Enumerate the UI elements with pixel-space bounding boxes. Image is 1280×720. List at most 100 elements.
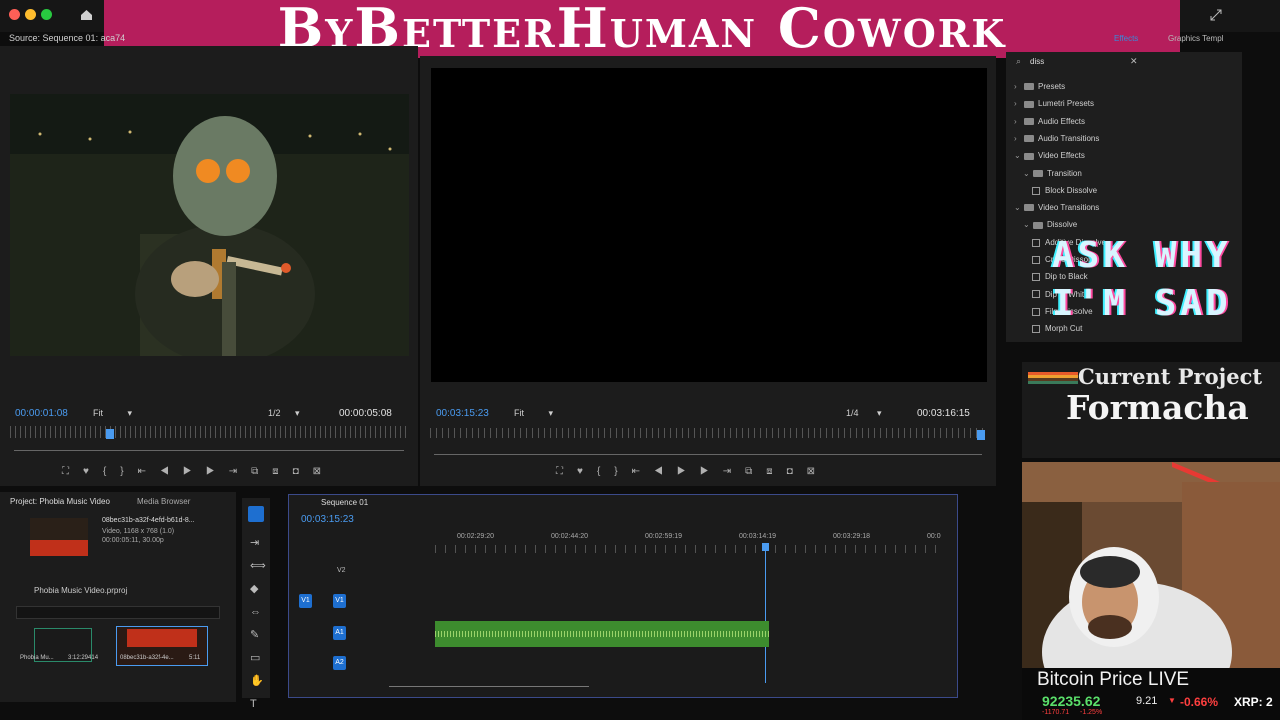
program-transport-controls[interactable]: ⛶♥{}⇤◀▶▶⇥⧉⧈◘⊠ — [556, 466, 829, 477]
tool-icons[interactable]: ⇥ ⟺ ◆ ⇔ ✎ ▭ ✋ T — [250, 532, 266, 716]
effect-icon — [1032, 325, 1040, 334]
bin-item-1-name: Phobia Mu... — [20, 655, 54, 661]
track-a2-label[interactable]: A2 — [333, 656, 346, 670]
btc-change-abs: -1170.71 — [1042, 709, 1070, 716]
program-zoom-bar[interactable] — [434, 454, 982, 455]
source-transport-controls[interactable]: ⛶♥{}⇤◀▶▶⇥⧉⧈◘⊠ — [62, 466, 335, 477]
source-resolution-value: 1/2 — [268, 408, 281, 418]
track-a2: A2 — [289, 651, 949, 675]
effects-search-input[interactable]: diss — [1030, 57, 1044, 66]
source-zoom-bar[interactable] — [14, 450, 404, 451]
project-search-input[interactable] — [16, 606, 220, 619]
program-fit-select[interactable]: Fit ▾ — [514, 408, 553, 419]
effects-item[interactable]: ⌄ Video Transitions — [1014, 203, 1099, 212]
track-a1: A1 — [289, 621, 949, 647]
tab-project[interactable]: Project: Phobia Music Video — [10, 497, 110, 506]
fullscreen-icon[interactable] — [1209, 8, 1223, 22]
program-resolution-select[interactable]: 1/4 ▾ — [846, 408, 882, 419]
effect-icon — [1032, 255, 1040, 264]
folder-icon — [1024, 83, 1034, 91]
chevron-right-icon[interactable]: › — [1014, 117, 1024, 126]
chevron-right-icon[interactable]: › — [1014, 82, 1024, 91]
clip-name: 08bec31b-a32f-4efd-b61d-8... — [102, 517, 195, 524]
current-project-label: Current Project — [1078, 364, 1263, 389]
ask-line-1: ASK WHY — [1052, 235, 1232, 276]
chevron-down-icon[interactable]: ⌄ — [1014, 151, 1024, 160]
chevron-down-icon[interactable]: ⌄ — [1023, 169, 1033, 178]
source-video-frame — [10, 94, 409, 356]
chevron-right-icon[interactable]: › — [1014, 134, 1024, 143]
folder-icon — [1024, 204, 1034, 212]
effects-item[interactable]: ⌄ Video Effects — [1014, 151, 1085, 160]
program-monitor: 00:03:15:23 Fit ▾ 1/4 ▾ 00:03:16:15 ⛶♥{}… — [420, 56, 996, 486]
minimize-window-button[interactable] — [25, 9, 36, 20]
effects-item[interactable]: › Lumetri Presets — [1014, 99, 1094, 108]
home-icon[interactable] — [80, 8, 93, 21]
effects-item-label: Block Dissolve — [1045, 185, 1098, 195]
effects-item-label: Video Effects — [1038, 151, 1085, 161]
source-fit-value: Fit — [93, 408, 103, 418]
program-timecode[interactable]: 00:03:15:23 — [436, 408, 489, 419]
program-video-frame — [431, 68, 987, 382]
close-window-button[interactable] — [9, 9, 20, 20]
btc-partial-value: 9.21 — [1136, 695, 1158, 707]
btc-price: 92235.62 — [1042, 693, 1101, 709]
source-ruler[interactable] — [10, 426, 406, 438]
tab-sequence[interactable]: Sequence 01 — [321, 498, 368, 507]
effects-item[interactable]: › Audio Transitions — [1014, 134, 1099, 143]
selection-tool-icon[interactable] — [248, 506, 264, 522]
ruler-label: 00:03:29:18 — [833, 533, 870, 540]
timeline-timecode[interactable]: 00:03:15:23 — [301, 514, 354, 525]
program-ruler[interactable] — [430, 428, 986, 438]
track-v2-label[interactable]: V2 — [337, 567, 346, 574]
chevron-down-icon[interactable]: ⌄ — [1023, 220, 1033, 229]
track-v2: V2 — [289, 559, 949, 583]
effects-item[interactable]: ⌄ Dissolve — [1023, 220, 1077, 229]
btc-down-icon: ▼ — [1168, 696, 1176, 705]
audio-clip-a1[interactable] — [435, 621, 769, 647]
track-v1-label[interactable]: V1 — [333, 594, 346, 608]
effect-icon — [1032, 238, 1040, 247]
folder-icon — [1024, 100, 1034, 108]
tab-effects[interactable]: Effects — [1114, 34, 1138, 43]
source-resolution-select[interactable]: 1/2 ▾ — [268, 408, 300, 419]
effects-item[interactable]: › Audio Effects — [1014, 117, 1085, 126]
zoom-window-button[interactable] — [41, 9, 52, 20]
program-playhead[interactable] — [977, 430, 985, 440]
effects-item-label: Presets — [1038, 82, 1066, 91]
track-a1-label[interactable]: A1 — [333, 626, 346, 640]
source-monitor: 00:00:01:08 Fit ▾ 1/2 ▾ 00:00:05:08 ⛶♥{}… — [0, 46, 418, 486]
timeline-ruler[interactable] — [435, 545, 943, 553]
current-project-card: Current Project Formacha — [1022, 362, 1280, 458]
ruler-label: 00:02:44:20 — [551, 533, 588, 540]
effects-item-label: Dissolve — [1047, 220, 1078, 230]
project-panel: Project: Phobia Music Video Media Browse… — [0, 492, 236, 702]
btc-change-pct: -1.25% — [1080, 709, 1103, 716]
xrp-label: XRP: 2 — [1234, 695, 1273, 709]
program-fit-value: Fit — [514, 408, 524, 418]
tab-media-browser[interactable]: Media Browser — [137, 497, 190, 506]
effects-item-label: Audio Effects — [1038, 116, 1085, 126]
program-resolution-value: 1/4 — [846, 408, 859, 418]
ruler-label: 00:02:29:20 — [457, 533, 494, 540]
clear-search-icon[interactable]: ✕ — [1130, 56, 1138, 67]
bin-item-1-duration: 3:12:29414 — [68, 655, 99, 661]
source-playhead[interactable] — [106, 429, 114, 439]
effect-icon — [1032, 273, 1040, 282]
chevron-right-icon[interactable]: › — [1014, 99, 1024, 108]
clip-meta-2: 00:00:05:11, 30.00p — [102, 537, 164, 544]
source-tab-label[interactable]: Source: Sequence 01: aca74 — [9, 33, 125, 43]
playhead-handle[interactable] — [762, 543, 769, 551]
chevron-down-icon[interactable]: ⌄ — [1014, 203, 1024, 212]
btc-partial-pct: -0.66% — [1180, 695, 1219, 709]
timeline-zoom-bar[interactable] — [389, 686, 589, 687]
clip-thumbnail[interactable] — [30, 518, 88, 556]
effects-item[interactable]: ⌄ Transition — [1023, 169, 1082, 178]
effects-item[interactable]: › Presets — [1014, 82, 1065, 91]
effects-item[interactable]: Block Dissolve — [1032, 186, 1097, 195]
tab-graphics-templates[interactable]: Graphics Templ — [1168, 34, 1223, 43]
source-fit-select[interactable]: Fit ▾ — [93, 408, 132, 419]
source-patch-v1[interactable]: V1 — [299, 594, 312, 608]
effects-item-label: Lumetri Presets — [1038, 99, 1095, 109]
source-timecode[interactable]: 00:00:01:08 — [15, 408, 68, 419]
